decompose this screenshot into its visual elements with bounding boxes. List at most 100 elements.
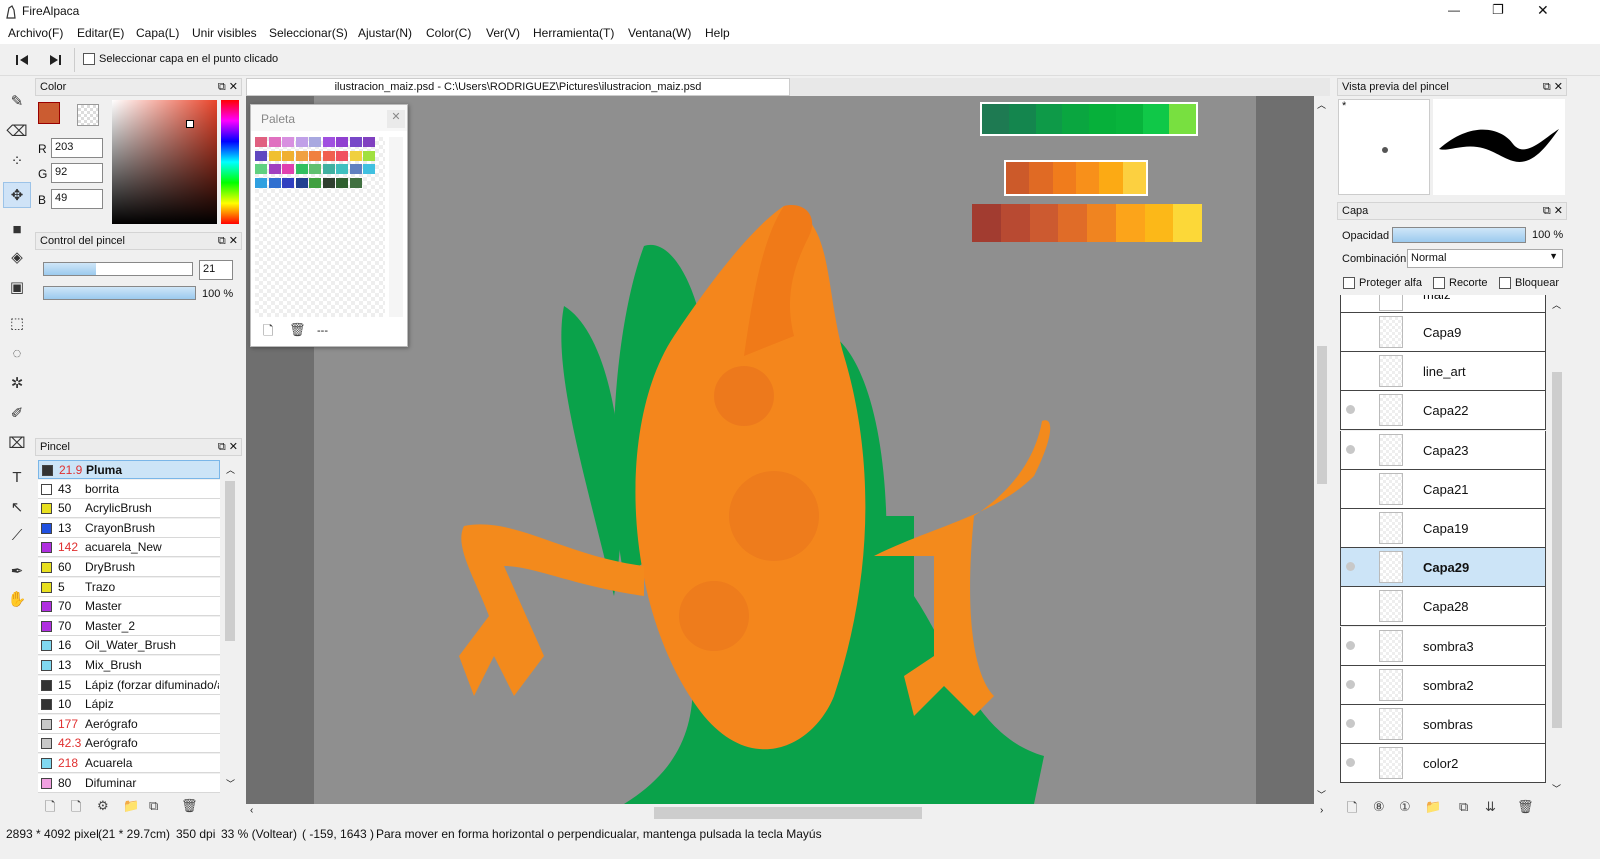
menu-help[interactable]: Help [705, 26, 730, 40]
palette-swatch[interactable] [309, 150, 321, 161]
layer-scrollbar[interactable]: ︿ ﹀ [1549, 296, 1565, 796]
fill-icon[interactable]: ■ [3, 216, 31, 242]
select-pen-icon[interactable]: ✐ [3, 400, 31, 426]
new-brush-icon[interactable]: 🗋 [45, 798, 55, 820]
menu-archivo[interactable]: Archivo(F) [8, 26, 63, 40]
new-layer-icon[interactable]: 🗋 [1347, 799, 1357, 821]
palette-swatch[interactable] [255, 137, 267, 147]
select-layer-checkbox[interactable] [83, 53, 95, 65]
layer-row[interactable]: color2 [1340, 744, 1546, 784]
flip-right-icon[interactable] [48, 54, 62, 66]
duplicate-layer-icon[interactable]: ⧉ [1459, 799, 1468, 815]
layer-row[interactable]: Capa28 [1340, 587, 1546, 627]
palette-close-button[interactable]: ✕ [387, 110, 405, 128]
merge-down-icon[interactable]: ⇊ [1485, 799, 1496, 815]
visibility-icon[interactable] [1346, 444, 1355, 454]
operation-icon[interactable]: ↖ [3, 494, 31, 520]
magic-wand-icon[interactable]: ✲ [3, 370, 31, 396]
menu-ver[interactable]: Ver(V) [486, 26, 520, 40]
palette-swatch[interactable] [336, 150, 348, 161]
palette-swatch[interactable] [309, 177, 321, 188]
new-8bit-layer-icon[interactable]: ⑧ [1373, 799, 1385, 815]
panel-buttons[interactable]: ⧉ ✕ [1543, 204, 1563, 218]
brush-item[interactable]: 70 Master [38, 597, 220, 617]
select-rect-icon[interactable]: ⬚ [3, 310, 31, 336]
menu-editar[interactable]: Editar(E) [77, 26, 124, 40]
g-field[interactable]: 92 [51, 163, 103, 183]
visibility-icon[interactable] [1346, 640, 1355, 650]
folder-icon[interactable]: 📁 [123, 798, 139, 814]
saturation-picker[interactable] [112, 100, 217, 224]
canvas-vscroll[interactable]: ︿ ﹀ [1314, 96, 1330, 804]
text-icon[interactable]: T [3, 464, 31, 490]
brush-item[interactable]: 70 Master_2 [38, 616, 220, 636]
divide-icon[interactable]: ⟋ [3, 522, 31, 548]
maximize-button[interactable]: ❐ [1492, 2, 1504, 18]
layer-row[interactable]: sombra3 [1340, 626, 1546, 666]
menu-capa[interactable]: Capa(L) [136, 26, 179, 40]
delete-layer-icon[interactable]: 🗑 [1517, 799, 1534, 815]
palette-swatch[interactable] [349, 177, 362, 188]
picker-cursor[interactable] [186, 120, 194, 128]
palette-menu[interactable]: --- [317, 325, 328, 337]
layer-row[interactable]: Capa9 [1340, 313, 1546, 352]
palette-swatch[interactable] [282, 137, 294, 147]
b-field[interactable]: 49 [51, 189, 103, 209]
clip-checkbox[interactable] [1433, 277, 1445, 289]
new-folder-icon[interactable]: 📁 [1425, 799, 1441, 815]
visibility-icon[interactable] [1346, 405, 1355, 415]
layer-opacity-slider[interactable] [1392, 227, 1526, 243]
palette-swatch[interactable] [282, 164, 294, 174]
palette-swatch[interactable] [322, 164, 335, 174]
flip-left-icon[interactable] [16, 54, 30, 66]
palette-swatch[interactable] [255, 150, 267, 161]
menu-ventana[interactable]: Ventana(W) [628, 26, 691, 40]
layer-row[interactable]: Capa22 [1340, 391, 1546, 431]
lasso-icon[interactable]: ◌ [3, 340, 31, 366]
layer-row[interactable]: line_art [1340, 352, 1546, 392]
menu-herramienta[interactable]: Herramienta(T) [533, 26, 614, 40]
r-field[interactable]: 203 [51, 138, 103, 158]
size-field[interactable]: 21 [199, 260, 233, 280]
menu-ajustar[interactable]: Ajustar(N) [358, 26, 412, 40]
select-eraser-icon[interactable]: ⌧ [3, 430, 31, 456]
visibility-icon[interactable] [1346, 719, 1355, 728]
brush-item[interactable]: 177 Aerógrafo [38, 714, 220, 734]
brush-item[interactable]: 142 acuarela_New [38, 538, 220, 558]
brush-item[interactable]: 60 DryBrush [38, 558, 220, 577]
duplicate-brush-icon[interactable]: ⧉ [149, 798, 158, 814]
palette-swatch[interactable] [336, 137, 348, 147]
palette-swatch[interactable] [336, 177, 348, 188]
brush-item[interactable]: 218 Acuarela [38, 754, 220, 773]
brush-settings-icon[interactable]: ⚙ [97, 798, 109, 814]
blend-select[interactable]: Normal ▼ [1407, 249, 1563, 268]
brush-item[interactable]: 50 AcrylicBrush [38, 499, 220, 519]
opacity-slider[interactable] [43, 286, 196, 300]
visibility-icon[interactable] [1346, 679, 1355, 689]
palette-grid[interactable] [255, 137, 385, 317]
brush-item[interactable]: 80 Difuminar [38, 773, 220, 793]
brush-item[interactable]: 43 borrita [38, 479, 220, 499]
palette-swatch[interactable] [268, 137, 281, 147]
panel-buttons[interactable]: ⧉ ✕ [218, 234, 238, 248]
new-1bit-layer-icon[interactable]: ① [1399, 799, 1411, 815]
transparent-swatch[interactable] [77, 104, 99, 126]
canvas-hscroll[interactable]: ‹ › [246, 804, 1330, 822]
palette-swatch[interactable] [295, 164, 308, 174]
palette-swatch[interactable] [268, 150, 281, 161]
palette-swatch[interactable] [295, 150, 308, 161]
palette-swatch[interactable] [322, 137, 335, 147]
close-button[interactable]: ✕ [1537, 2, 1549, 19]
palette-swatch[interactable] [349, 137, 362, 147]
hand-icon[interactable]: ✋ [3, 586, 31, 612]
minimize-button[interactable]: — [1448, 3, 1460, 17]
palette-swatch[interactable] [295, 137, 308, 147]
layer-row[interactable]: Capa19 [1340, 509, 1546, 548]
gradient-icon[interactable]: ▣ [3, 274, 31, 300]
palette-swatch[interactable] [295, 177, 308, 188]
menu-unir-visibles[interactable]: Unir visibles [192, 26, 257, 40]
eraser-icon[interactable]: ⌫ [3, 118, 31, 144]
eyedropper-icon[interactable]: ✒ [3, 558, 31, 584]
layer-row[interactable]: Capa21 [1340, 469, 1546, 509]
visibility-icon[interactable] [1346, 758, 1355, 768]
